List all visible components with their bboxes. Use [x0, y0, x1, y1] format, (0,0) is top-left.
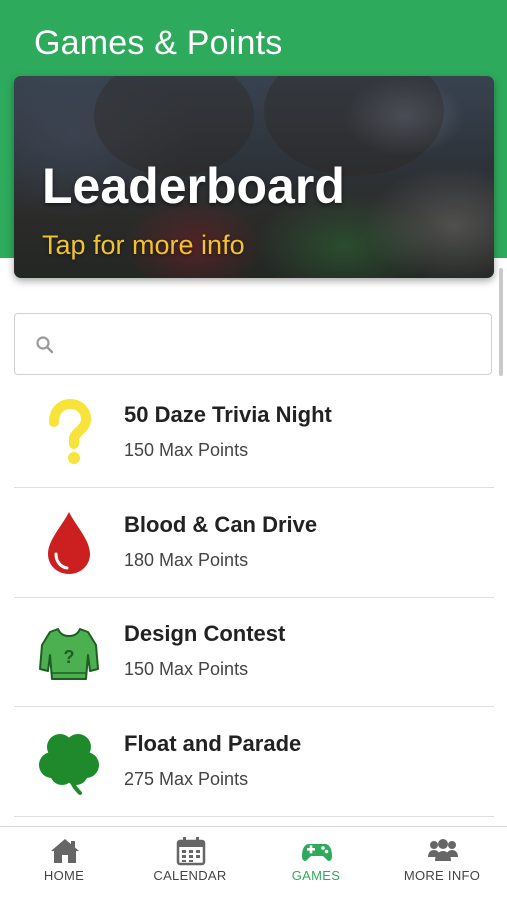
leaderboard-banner[interactable]: Leaderboard Tap for more info	[14, 76, 494, 278]
list-item-float-parade[interactable]: Float and Parade 275 Max Points	[14, 707, 494, 817]
tab-label: MORE INFO	[403, 868, 481, 883]
question-mark-icon	[49, 398, 92, 464]
gamepad-icon	[302, 844, 332, 861]
tab-label: GAMES	[291, 868, 341, 883]
people-icon	[428, 839, 458, 861]
tab-label: HOME	[43, 868, 85, 883]
tab-more-info[interactable]: MORE INFO	[379, 827, 505, 901]
tab-calendar[interactable]: CALENDAR	[127, 827, 253, 901]
list-item-blood-drive[interactable]: Blood & Can Drive 180 Max Points	[14, 488, 494, 598]
banner-title: Leaderboard	[42, 158, 345, 214]
home-icon	[51, 839, 79, 863]
blood-drop-icon	[48, 512, 90, 574]
calendar-icon	[176, 837, 206, 866]
search-box[interactable]	[14, 313, 492, 376]
game-title: Design Contest	[124, 621, 286, 646]
game-points: 180 Max Points	[124, 550, 249, 570]
svg-text:?: ?	[64, 647, 75, 667]
search-input[interactable]	[67, 314, 483, 376]
search-icon	[36, 336, 54, 354]
banner-subtitle: Tap for more info	[42, 230, 245, 260]
scrollbar[interactable]	[499, 268, 503, 376]
page-title: Games & Points	[34, 24, 283, 62]
game-points: 275 Max Points	[124, 769, 249, 789]
tab-home[interactable]: HOME	[1, 827, 127, 901]
list-item-design-contest[interactable]: ? Design Contest 150 Max Points	[14, 597, 494, 707]
game-title: Float and Parade	[124, 731, 302, 756]
shamrock-icon	[39, 734, 99, 795]
tab-label: CALENDAR	[153, 868, 227, 883]
bottom-tab-bar: HOME CALENDAR GAMES MORE INFO	[0, 826, 507, 901]
game-points: 150 Max Points	[124, 440, 249, 460]
game-points: 150 Max Points	[124, 659, 249, 679]
tab-games[interactable]: GAMES	[253, 827, 379, 901]
sweater-icon: ?	[39, 628, 99, 680]
list-item-trivia-night[interactable]: 50 Daze Trivia Night 150 Max Points	[14, 378, 494, 488]
game-title: 50 Daze Trivia Night	[124, 402, 332, 427]
game-title: Blood & Can Drive	[124, 512, 318, 537]
